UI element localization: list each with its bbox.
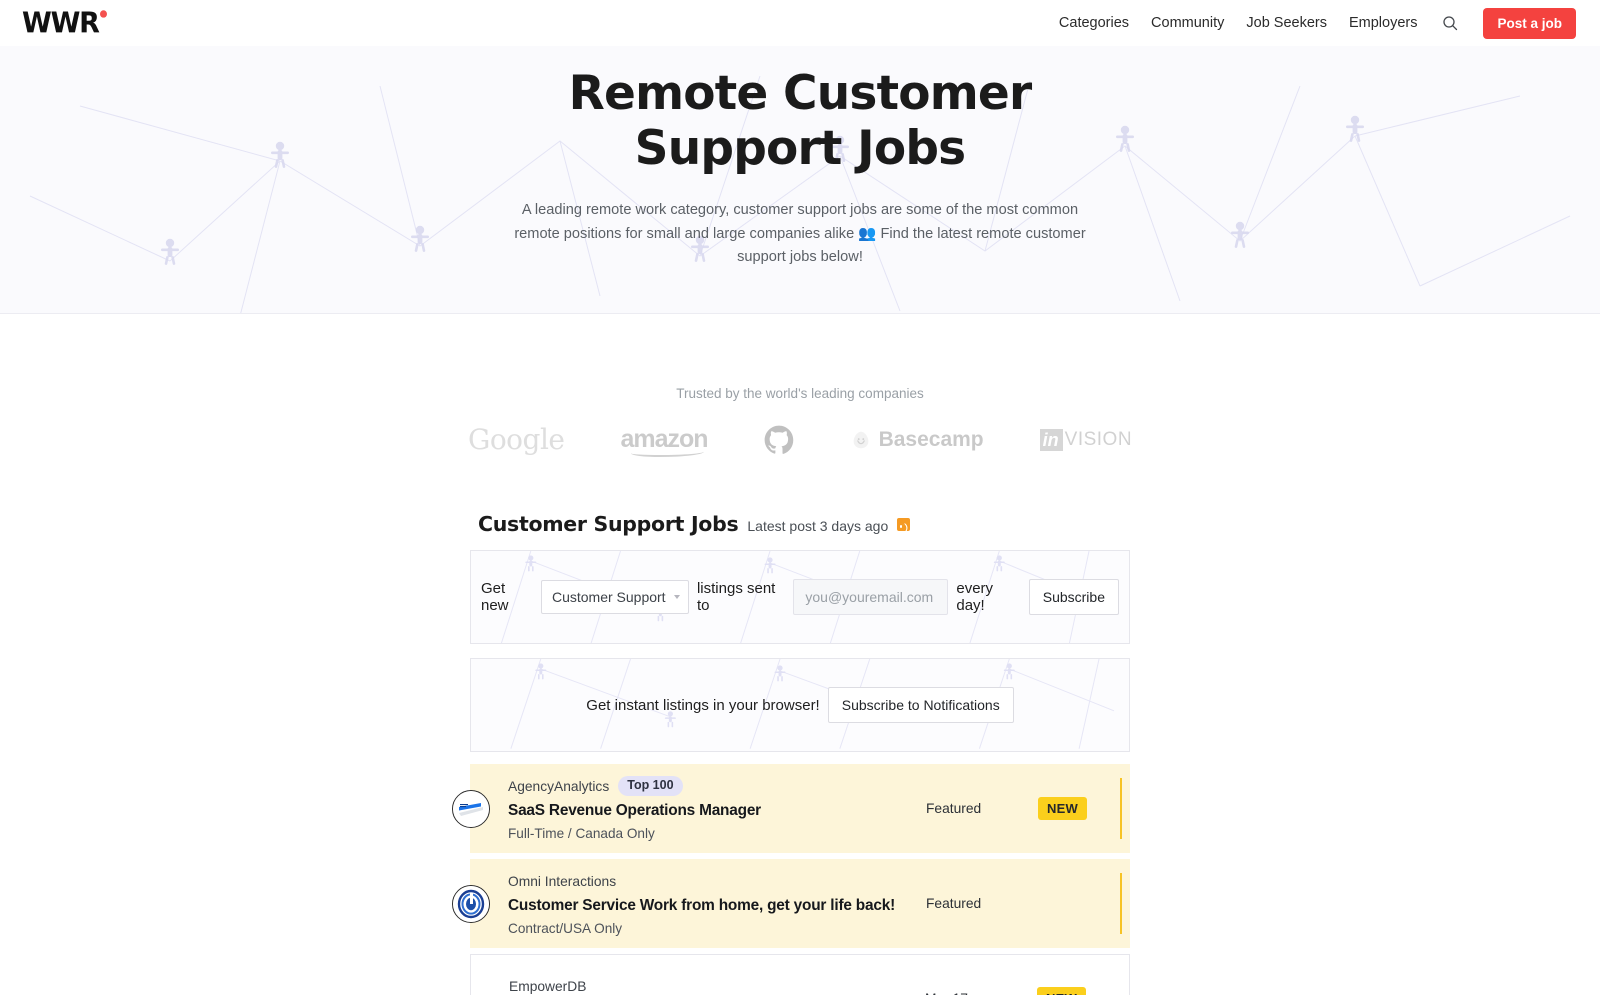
category-select[interactable]: Customer Support xyxy=(540,580,689,614)
logo-dot-icon xyxy=(99,9,107,18)
invision-mark-icon: in xyxy=(1039,428,1063,451)
notifications-label: Get instant listings in your browser! xyxy=(586,696,820,714)
new-badge: NEW xyxy=(1038,797,1087,820)
amazon-logo: amazon xyxy=(620,425,709,457)
nav-item-community[interactable]: Community xyxy=(1151,15,1224,31)
section-header: Customer Support Jobs Latest post 3 days… xyxy=(470,512,1130,536)
nav-item-categories[interactable]: Categories xyxy=(1059,15,1129,31)
site-header: WWR Categories Community Job Seekers Emp… xyxy=(0,0,1600,46)
job-row[interactable]: Omni Interactions Customer Service Work … xyxy=(452,859,1130,948)
rss-icon[interactable] xyxy=(897,517,911,531)
invision-logo-text: VISION xyxy=(1064,428,1133,450)
job-row[interactable]: EmpowerDB Customer Support Representativ… xyxy=(470,954,1130,995)
job-company: Omni Interactions xyxy=(508,873,617,889)
page-title-line2: Support Jobs xyxy=(634,121,967,177)
signup-suffix-label: every day! xyxy=(956,580,994,614)
section-subtitle: Latest post 3 days ago xyxy=(747,518,889,534)
basecamp-mark-icon xyxy=(853,431,868,448)
job-title[interactable]: SaaS Revenue Operations Manager xyxy=(508,802,926,820)
featured-accent-bar xyxy=(1119,778,1122,839)
job-title[interactable]: Customer Service Work from home, get you… xyxy=(508,897,926,915)
featured-accent-bar xyxy=(1119,873,1122,934)
jobs-main: Customer Support Jobs Latest post 3 days… xyxy=(452,456,1130,995)
logo-text: WWR xyxy=(22,6,100,40)
google-logo: Google xyxy=(468,423,565,456)
google-logo-text: Google xyxy=(467,423,565,456)
job-status: Featured xyxy=(926,896,982,911)
page-title-line1: Remote Customer xyxy=(568,66,1033,121)
signup-middle-label: listings sent to xyxy=(696,580,776,614)
post-a-job-button[interactable]: Post a job xyxy=(1483,7,1576,39)
job-company: EmpowerDB xyxy=(509,979,587,994)
section-title: Customer Support Jobs xyxy=(478,512,739,536)
email-signup-panel: Get new Customer Support listings sent t… xyxy=(470,550,1130,644)
subscribe-to-notifications-button[interactable]: Subscribe to Notifications xyxy=(827,687,1014,723)
signup-prefix-label: Get new xyxy=(481,580,509,614)
amazon-logo-text: amazon xyxy=(620,425,709,457)
email-input[interactable] xyxy=(793,579,949,615)
main-navigation: Categories Community Job Seekers Employe… xyxy=(1059,7,1576,39)
job-row[interactable]: AgencyAnalytics Top 100 SaaS Revenue Ope… xyxy=(452,764,1130,853)
brand-logo-row: Google amazon Basecamp in VISION xyxy=(0,423,1600,457)
page-description: A leading remote work category, customer… xyxy=(514,201,1086,266)
page-title: Remote Customer Support Jobs xyxy=(490,66,1110,177)
github-logo xyxy=(764,425,794,455)
nav-item-employers[interactable]: Employers xyxy=(1349,15,1418,31)
new-badge: NEW xyxy=(1037,987,1086,995)
job-meta: Full-Time / Canada Only xyxy=(508,825,655,841)
job-meta: Contract/USA Only xyxy=(508,920,623,936)
hero-section: Remote Customer Support Jobs A leading r… xyxy=(0,46,1600,314)
site-logo[interactable]: WWR xyxy=(22,6,107,40)
omni-interactions-logo-icon xyxy=(452,884,490,923)
top-100-badge: Top 100 xyxy=(618,776,683,796)
search-icon[interactable] xyxy=(1439,12,1461,34)
nav-item-job-seekers[interactable]: Job Seekers xyxy=(1246,15,1327,31)
trusted-by-label: Trusted by the world's leading companies xyxy=(676,386,924,401)
subscribe-button[interactable]: Subscribe xyxy=(1028,579,1119,615)
invision-logo: in VISION xyxy=(1039,428,1133,451)
job-list: AgencyAnalytics Top 100 SaaS Revenue Ope… xyxy=(452,764,1130,995)
job-status: Mar 17 xyxy=(925,991,1037,995)
basecamp-logo: Basecamp xyxy=(850,428,984,452)
basecamp-logo-text: Basecamp xyxy=(878,427,984,451)
trusted-by-section: Trusted by the world's leading companies… xyxy=(0,314,1600,457)
agencyanalytics-logo-icon xyxy=(452,789,490,828)
job-company: AgencyAnalytics xyxy=(508,778,610,794)
job-status: Featured xyxy=(926,801,982,816)
notifications-panel: Get instant listings in your browser! Su… xyxy=(470,658,1130,752)
